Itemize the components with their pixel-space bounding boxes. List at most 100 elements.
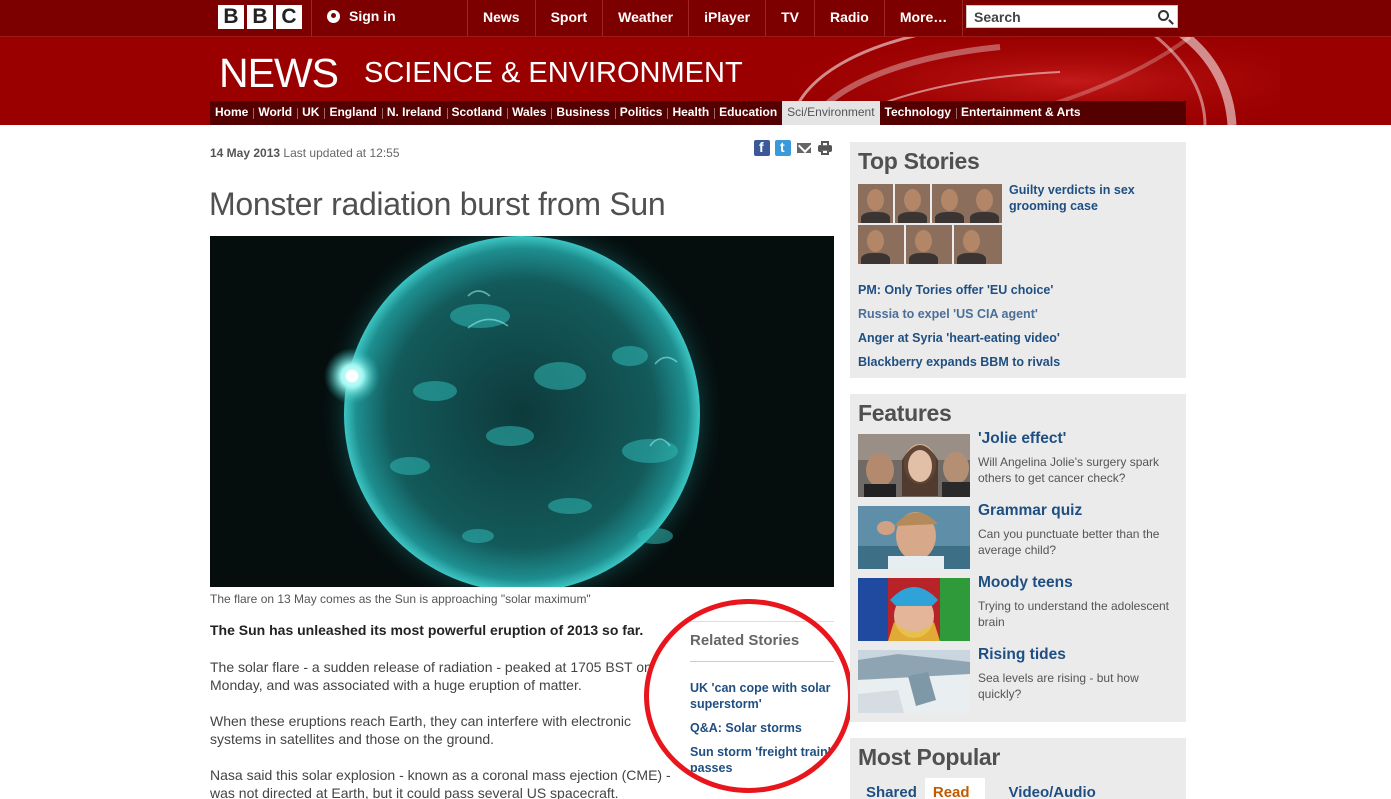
feature-item[interactable]: Moody teens Trying to understand the ado… bbox=[858, 574, 1178, 642]
section-nav-technology[interactable]: Technology bbox=[880, 101, 956, 125]
mugshot-image bbox=[906, 225, 952, 264]
article-intro: The Sun has unleashed its most powerful … bbox=[210, 622, 644, 638]
section-nav-england[interactable]: England bbox=[324, 101, 381, 125]
article-paragraph: Nasa said this solar explosion - known a… bbox=[210, 767, 671, 799]
feature-title[interactable]: Moody teens bbox=[978, 574, 1073, 592]
feature-item[interactable]: Rising tides Sea levels are rising - but… bbox=[858, 646, 1178, 714]
article-date: 14 May 2013 bbox=[210, 146, 281, 160]
top-story-link[interactable]: Anger at Syria 'heart-eating video' bbox=[858, 326, 1060, 350]
section-nav-n-ireland[interactable]: N. Ireland bbox=[381, 101, 447, 125]
article-paragraph: When these eruptions reach Earth, they c… bbox=[210, 713, 631, 747]
feature-item[interactable]: 'Jolie effect' Will Angelina Jolie's sur… bbox=[858, 430, 1178, 498]
most-popular-tabs: Shared Read Video/Audio bbox=[850, 778, 1104, 799]
section-nav-entertainment-arts[interactable]: Entertainment & Arts bbox=[956, 101, 1086, 125]
feature-thumbnail bbox=[858, 434, 970, 497]
article-headline: Monster radiation burst from Sun bbox=[209, 186, 666, 222]
section-nav-health[interactable]: Health bbox=[667, 101, 714, 125]
global-nav-weather[interactable]: Weather bbox=[602, 0, 688, 37]
mugshot-image bbox=[954, 225, 1002, 264]
related-story-link[interactable]: Sun storm 'freight train' passes bbox=[690, 744, 834, 776]
related-story-link[interactable]: Q&A: Solar storms bbox=[690, 720, 834, 736]
share-tools bbox=[754, 139, 833, 156]
search-icon[interactable] bbox=[1158, 10, 1169, 21]
bbc-logo[interactable]: B B C bbox=[218, 5, 302, 29]
search-input[interactable] bbox=[967, 6, 1147, 27]
bbc-logo-letter: B bbox=[247, 5, 273, 29]
tab-shared[interactable]: Shared bbox=[850, 778, 925, 799]
global-nav-news[interactable]: News bbox=[467, 0, 535, 37]
article-dateline: 14 May 2013 Last updated at 12:55 bbox=[210, 146, 400, 160]
section-nav-education[interactable]: Education bbox=[714, 101, 782, 125]
top-stories-heading: Top Stories bbox=[858, 148, 980, 174]
tab-video-audio[interactable]: Video/Audio bbox=[993, 778, 1104, 799]
features-heading: Features bbox=[858, 400, 952, 426]
top-story-link[interactable]: PM: Only Tories offer 'EU choice' bbox=[858, 278, 1060, 302]
global-nav-sport[interactable]: Sport bbox=[534, 0, 603, 37]
top-stories-panel: Top Stories Guilty verdicts in sex groom… bbox=[850, 142, 1186, 378]
sun-flare-image bbox=[210, 236, 834, 587]
global-nav: News Sport Weather iPlayer TV Radio More… bbox=[467, 0, 964, 37]
section-nav-scotland[interactable]: Scotland bbox=[446, 101, 508, 125]
news-logo[interactable]: NEWS bbox=[219, 50, 339, 97]
section-nav-wales[interactable]: Wales bbox=[507, 101, 551, 125]
mugshot-image bbox=[932, 184, 967, 223]
facebook-icon[interactable] bbox=[754, 139, 770, 156]
section-nav: Home World UK England N. Ireland Scotlan… bbox=[210, 101, 1186, 125]
divider bbox=[690, 661, 834, 662]
related-stories-heading: Related Stories bbox=[690, 632, 800, 649]
global-nav-iplayer[interactable]: iPlayer bbox=[688, 0, 765, 37]
top-story-link[interactable]: Blackberry expands BBM to rivals bbox=[858, 350, 1060, 374]
global-nav-radio[interactable]: Radio bbox=[813, 0, 884, 37]
signin-link[interactable]: Sign in bbox=[327, 8, 396, 24]
article-updated: Last updated at 12:55 bbox=[283, 146, 400, 160]
feature-thumbnail bbox=[858, 578, 970, 641]
mugshot-image bbox=[858, 184, 893, 223]
most-popular-panel: Most Popular Shared Read Video/Audio bbox=[850, 738, 1186, 799]
feature-description: Trying to understand the adolescent brai… bbox=[978, 599, 1170, 629]
bbc-global-bar: B B C Sign in News Sport Weather iPlayer… bbox=[0, 0, 1391, 37]
feature-description: Can you punctuate better than the averag… bbox=[978, 527, 1160, 557]
most-popular-heading: Most Popular bbox=[858, 744, 1001, 770]
top-story-lead-link[interactable]: Guilty verdicts in sex grooming case bbox=[1009, 182, 1179, 214]
section-nav-business[interactable]: Business bbox=[551, 101, 614, 125]
bbc-logo-letter: C bbox=[276, 5, 302, 29]
feature-description: Will Angelina Jolie's surgery spark othe… bbox=[978, 455, 1160, 485]
features-panel: Features 'Jolie effect' Will Angelina Jo… bbox=[850, 394, 1186, 722]
tab-read[interactable]: Read bbox=[924, 778, 985, 799]
email-icon[interactable] bbox=[796, 140, 812, 156]
section-nav-sci-environment[interactable]: Sci/Environment bbox=[782, 101, 880, 125]
section-nav-world[interactable]: World bbox=[253, 101, 297, 125]
related-story-link[interactable]: UK 'can cope with solar superstorm' bbox=[690, 680, 834, 712]
divider bbox=[682, 621, 834, 622]
feature-title[interactable]: 'Jolie effect' bbox=[978, 430, 1066, 448]
feature-title[interactable]: Grammar quiz bbox=[978, 502, 1082, 520]
feature-thumbnail bbox=[858, 650, 970, 713]
divider bbox=[311, 0, 312, 37]
search-box bbox=[966, 5, 1178, 28]
mugshot-image bbox=[967, 184, 1002, 223]
global-nav-more[interactable]: More… bbox=[883, 0, 964, 37]
mugshot-image bbox=[895, 184, 930, 223]
image-caption: The flare on 13 May comes as the Sun is … bbox=[210, 592, 591, 606]
twitter-icon[interactable] bbox=[775, 139, 791, 156]
user-icon bbox=[327, 9, 340, 23]
print-icon[interactable] bbox=[817, 140, 833, 156]
feature-item[interactable]: Grammar quiz Can you punctuate better th… bbox=[858, 502, 1178, 570]
signin-label: Sign in bbox=[349, 8, 396, 24]
section-nav-politics[interactable]: Politics bbox=[614, 101, 668, 125]
feature-title[interactable]: Rising tides bbox=[978, 646, 1066, 664]
feature-thumbnail bbox=[858, 506, 970, 569]
article-paragraph: The solar flare - a sudden release of ra… bbox=[210, 659, 652, 693]
top-story-link[interactable]: Russia to expel 'US CIA agent' bbox=[858, 302, 1060, 326]
global-nav-tv[interactable]: TV bbox=[765, 0, 814, 37]
related-stories: Related Stories UK 'can cope with solar … bbox=[690, 632, 834, 784]
defendants-photo-grid[interactable] bbox=[858, 184, 1002, 264]
top-stories-list: PM: Only Tories offer 'EU choice' Russia… bbox=[858, 278, 1060, 374]
section-nav-uk[interactable]: UK bbox=[297, 101, 324, 125]
section-nav-home[interactable]: Home bbox=[210, 101, 253, 125]
bbc-logo-letter: B bbox=[218, 5, 244, 29]
mugshot-image bbox=[858, 225, 904, 264]
sun-flare-graphic bbox=[317, 236, 727, 587]
feature-description: Sea levels are rising - but how quickly? bbox=[978, 671, 1139, 701]
section-title: SCIENCE & ENVIRONMENT bbox=[364, 57, 743, 89]
